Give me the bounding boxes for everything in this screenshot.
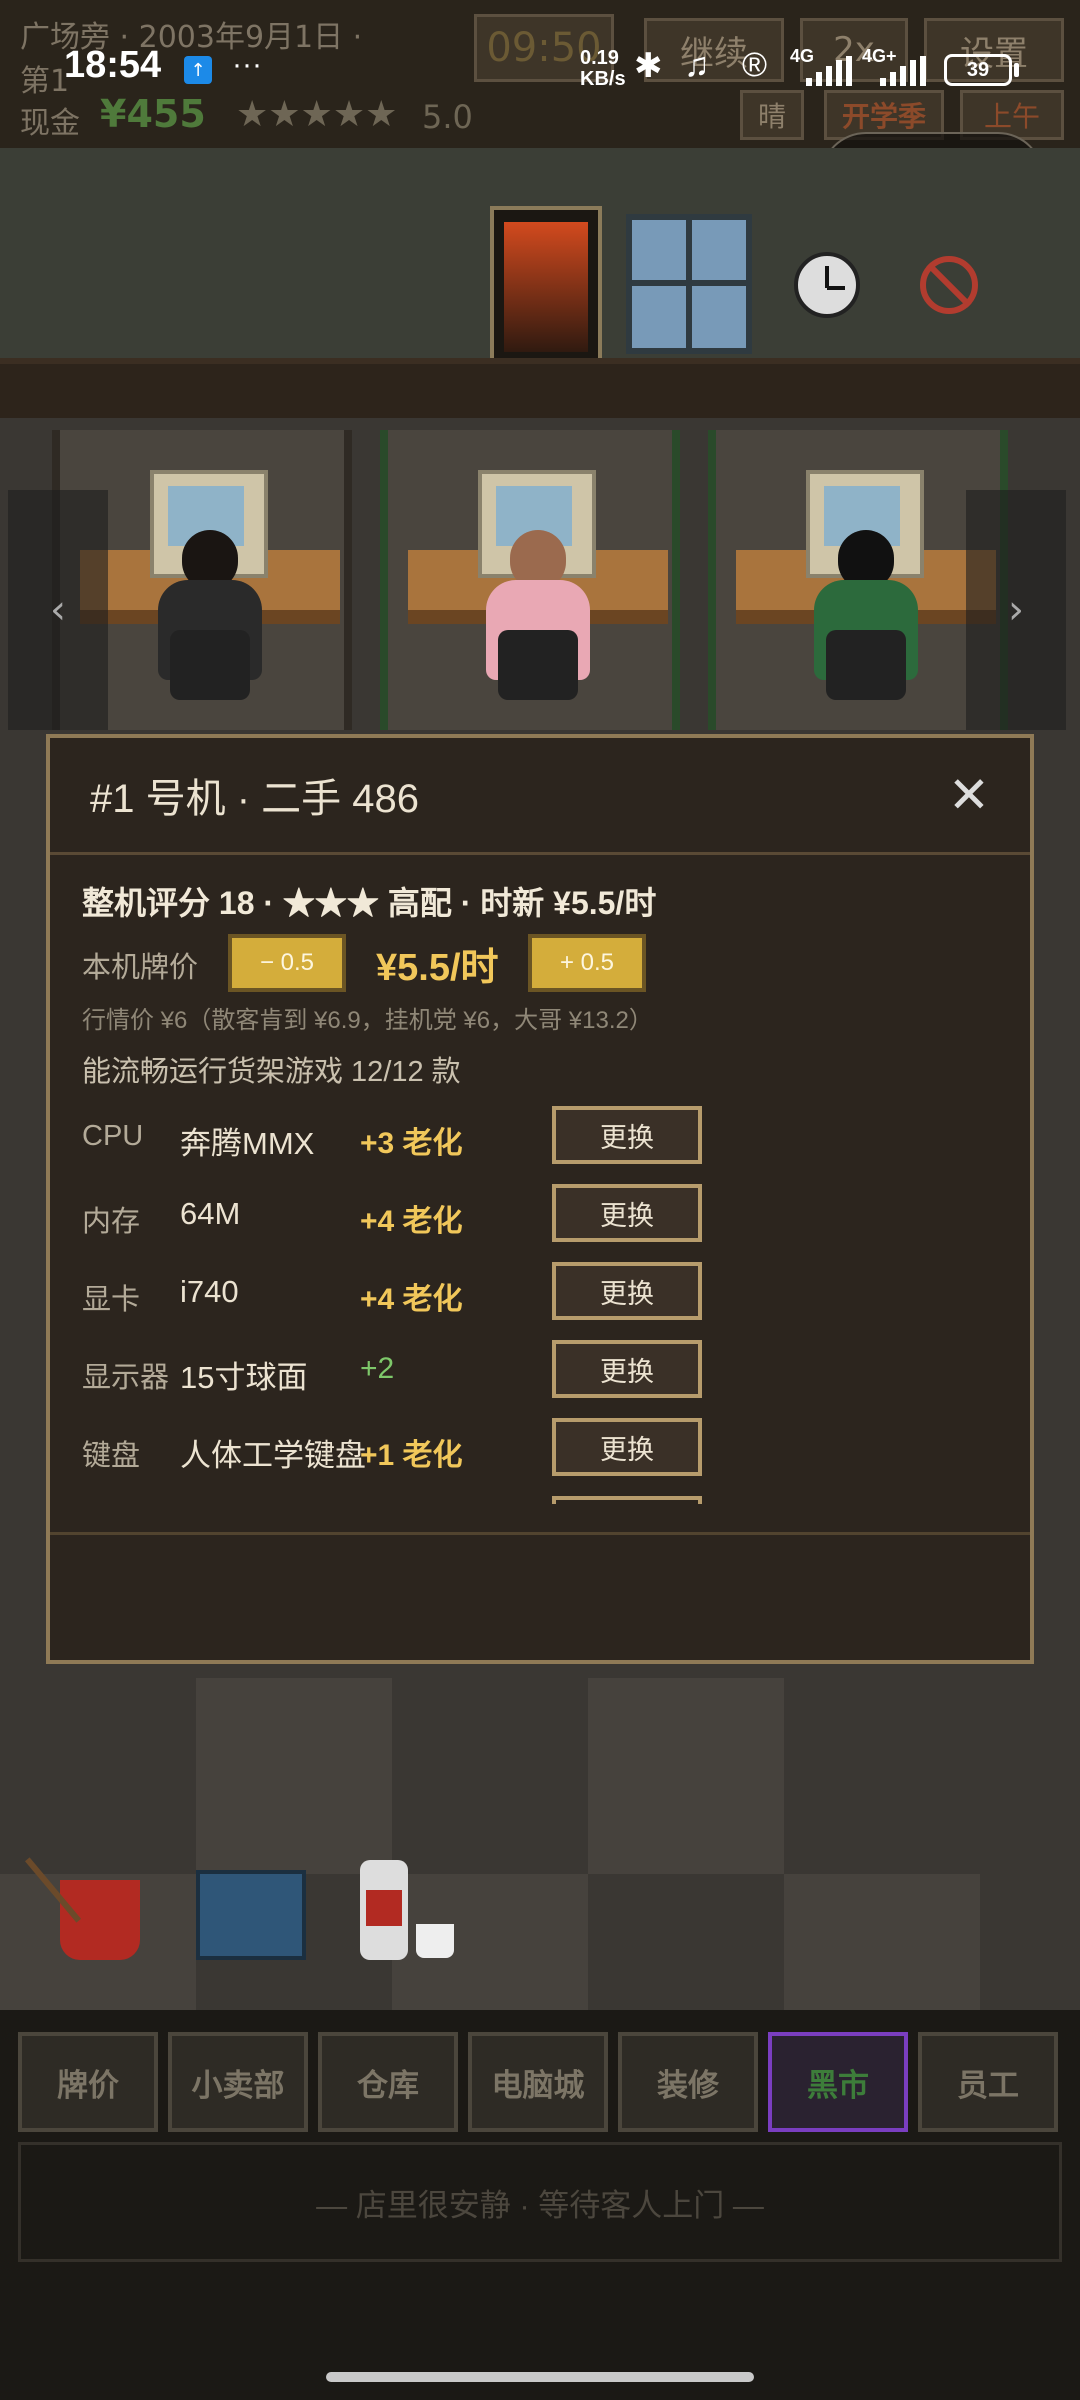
part-name: 键盘 [82, 1440, 141, 1472]
scroll-left-icon[interactable]: ‹ [8, 490, 108, 730]
computer-booth-3[interactable] [708, 430, 1008, 730]
nav-warehouse[interactable]: 仓库 [318, 2032, 458, 2132]
part-model: 人体工学键盘 [180, 1438, 366, 1473]
part-row-keyboard: 键盘 人体工学键盘 +1 老化 更换 [82, 1418, 702, 1488]
nav-black-market[interactable]: 黑市 [768, 2032, 908, 2132]
part-row-gpu: 显卡 i740 +4 老化 更换 [82, 1262, 702, 1332]
part-stat: +4 老化 [360, 1205, 463, 1238]
cup-icon [416, 1924, 454, 1958]
price-increase-button[interactable]: + 0.5 [528, 934, 646, 992]
price-value: ¥5.5/时 [376, 947, 499, 989]
nav-staff[interactable]: 员工 [918, 2032, 1058, 2132]
weather-badge: 晴 [740, 90, 804, 140]
part-row-memory: 内存 64M +4 老化 更换 [82, 1184, 702, 1254]
speed-button[interactable]: 2x [800, 18, 908, 82]
dialog-divider [50, 1532, 1030, 1535]
no-smoking-icon [920, 256, 978, 314]
rating-stars: ★★★★★ [236, 94, 398, 135]
dialog-title: #1 号机 · 二手 486 [90, 777, 420, 821]
part-stat: +2 [360, 1352, 395, 1385]
price-decrease-button[interactable]: − 0.5 [228, 934, 346, 992]
part-name: CPU [82, 1120, 144, 1152]
computer-booth-2[interactable] [380, 430, 680, 730]
nav-snack-shop[interactable]: 小卖部 [168, 2032, 308, 2132]
part-model: 64M [180, 1196, 241, 1231]
part-model: 奔腾MMX [180, 1126, 315, 1161]
location-date: 广场旁 · 2003年9月1日 · [20, 20, 363, 55]
wall-clock-icon [794, 252, 860, 318]
part-stat: +4 老化 [360, 1283, 463, 1316]
part-model: i740 [180, 1274, 239, 1309]
machine-summary: 整机评分 18 · ★★★ 高配 · 时新 ¥5.5/时 [82, 885, 657, 921]
replace-memory-button[interactable]: 更换 [552, 1184, 702, 1242]
mop-bucket-icon[interactable] [24, 1857, 140, 1960]
replace-monitor-button[interactable]: 更换 [552, 1340, 702, 1398]
game-compat-note: 能流畅运行货架游戏 12/12 款 [82, 1056, 461, 1088]
shelf [0, 358, 1080, 424]
close-icon[interactable]: ✕ [934, 760, 1004, 830]
replace-keyboard-button[interactable]: 更换 [552, 1418, 702, 1476]
nav-decorate[interactable]: 装修 [618, 2032, 758, 2132]
part-row-monitor: 显示器 15寸球面 +2 更换 [82, 1340, 702, 1410]
part-name: 显卡 [82, 1284, 141, 1316]
cash-label: 现金 [20, 106, 80, 141]
part-stat: +1 老化 [360, 1439, 463, 1472]
home-indicator[interactable] [326, 2372, 754, 2382]
part-name: 内存 [82, 1206, 141, 1238]
part-name: 显示器 [82, 1362, 170, 1394]
price-label: 本机牌价 [82, 952, 199, 984]
cash-value: ¥455 [100, 92, 206, 136]
window [626, 214, 752, 354]
next-part-peek [552, 1496, 702, 1504]
nav-price[interactable]: 牌价 [18, 2032, 158, 2132]
game-hud: 广场旁 · 2003年9月1日 · 第1 现金 ¥455 ★★★★★ 5.0 0… [0, 0, 1080, 148]
machine-detail-dialog: #1 号机 · 二手 486 ✕ 整机评分 18 · ★★★ 高配 · 时新 ¥… [46, 734, 1034, 1664]
part-stat: +3 老化 [360, 1127, 463, 1160]
scroll-right-icon[interactable]: › [966, 490, 1066, 730]
day-label: 第1 [20, 64, 70, 99]
dialog-header: #1 号机 · 二手 486 [50, 738, 1030, 855]
rating-value: 5.0 [422, 98, 473, 136]
market-price-note: 行情价 ¥6（散客肯到 ¥6.9，挂机党 ¥6，大哥 ¥13.2） [82, 1007, 653, 1034]
movie-poster [490, 206, 602, 368]
game-clock: 09:50 [474, 14, 614, 82]
nav-computer-mall[interactable]: 电脑城 [468, 2032, 608, 2132]
replace-gpu-button[interactable]: 更换 [552, 1262, 702, 1320]
settings-button[interactable]: 设置 [924, 18, 1064, 82]
continue-button[interactable]: 继续 [644, 18, 784, 82]
toolbox-icon[interactable] [196, 1870, 306, 1960]
replace-cpu-button[interactable]: 更换 [552, 1106, 702, 1164]
thermos-icon[interactable] [360, 1860, 408, 1960]
part-model: 15寸球面 [180, 1360, 308, 1395]
event-message: — 店里很安静 · 等待客人上门 — [18, 2142, 1062, 2262]
part-row-cpu: CPU 奔腾MMX +3 老化 更换 [82, 1106, 702, 1176]
